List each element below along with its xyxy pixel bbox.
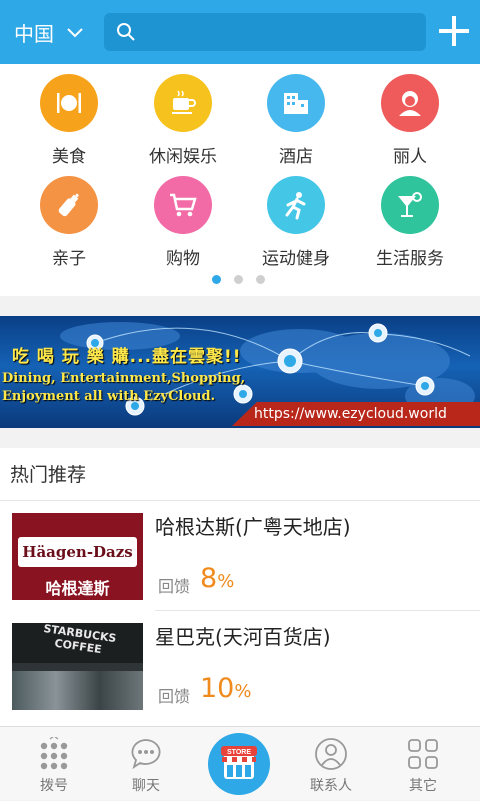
- contact-icon: [315, 738, 347, 770]
- coffee-cup-icon: [154, 74, 212, 132]
- shop-list-item[interactable]: STARBUCKS COFFEE 星巴克(天河百货店) 回馈 10%: [0, 611, 480, 721]
- cocktail-icon: [381, 176, 439, 234]
- tab-chat[interactable]: 聊天: [98, 727, 194, 801]
- tab-label: 其它: [409, 778, 437, 794]
- city-selector[interactable]: 中国: [14, 18, 84, 47]
- category-label: 美食: [52, 147, 86, 167]
- page-indicator: [212, 275, 265, 284]
- page-dot[interactable]: [234, 275, 243, 284]
- category-label: 生活服务: [376, 249, 444, 269]
- tab-label: 联系人: [310, 778, 352, 794]
- woman-icon: [381, 74, 439, 132]
- search-input[interactable]: [104, 13, 426, 51]
- city-label: 中国: [14, 22, 54, 46]
- category-label: 亲子: [52, 249, 86, 269]
- shop-name: 哈根达斯(广粤天地店): [155, 515, 351, 539]
- shop-list-item[interactable]: Häagen-Dazs 哈根達斯 哈根达斯(广粤天地店) 回馈 8%: [0, 501, 480, 611]
- category-food[interactable]: 美食: [12, 74, 126, 167]
- category-services[interactable]: 生活服务: [353, 176, 467, 269]
- category-label: 运动健身: [262, 249, 330, 269]
- banner-url: https://www.ezycloud.world: [232, 402, 480, 426]
- store-icon: STORE: [221, 746, 257, 779]
- section-title: 热门推荐: [10, 464, 87, 486]
- feedback-percent: 8%: [200, 563, 234, 594]
- baby-bottle-icon: [40, 176, 98, 234]
- category-label: 丽人: [393, 147, 427, 167]
- page-dot[interactable]: [256, 275, 265, 284]
- storefront-window: [12, 671, 143, 710]
- store-button[interactable]: STORE: [208, 733, 270, 795]
- hot-recommend-section: 热门推荐 Häagen-Dazs 哈根達斯 哈根达斯(广粤天地店) 回馈 8% …: [0, 448, 480, 726]
- logo-cn-text: 哈根達斯: [45, 579, 110, 598]
- tab-contacts[interactable]: 联系人: [283, 727, 379, 801]
- feedback-label: 回馈: [158, 687, 191, 706]
- logo-text: Häagen-Dazs: [18, 537, 137, 567]
- store-badge-text: STORE: [227, 749, 251, 756]
- category-beauty[interactable]: 丽人: [353, 74, 467, 167]
- dialpad-icon: [40, 737, 68, 770]
- category-hotel[interactable]: 酒店: [239, 74, 353, 167]
- feedback-value: 10: [200, 673, 235, 704]
- tab-label: 聊天: [132, 778, 160, 794]
- category-shopping[interactable]: 购物: [126, 176, 240, 269]
- feedback-percent: 10%: [200, 673, 251, 704]
- feedback-label: 回馈: [158, 577, 191, 596]
- banner-en-line1: Dining, Entertainment,Shopping,: [2, 371, 246, 386]
- category-sports[interactable]: 运动健身: [239, 176, 353, 269]
- cutlery-icon: [40, 74, 98, 132]
- chevron-down-icon: [67, 27, 83, 37]
- feedback-value: 8: [200, 563, 218, 594]
- category-leisure[interactable]: 休闲娱乐: [126, 74, 240, 167]
- running-man-icon: [267, 176, 325, 234]
- page-dot-active[interactable]: [212, 275, 221, 284]
- starbucks-storefront-image: STARBUCKS COFFEE: [12, 623, 143, 710]
- percent-sign: %: [217, 571, 235, 592]
- hotel-building-icon: [267, 74, 325, 132]
- add-icon[interactable]: [437, 14, 471, 48]
- category-label: 购物: [166, 249, 200, 269]
- tab-label: 拨号: [40, 778, 68, 794]
- search-icon: [117, 23, 135, 41]
- category-label: 休闲娱乐: [149, 147, 217, 167]
- tab-more[interactable]: 其它: [375, 727, 471, 801]
- haagen-dazs-logo-image: Häagen-Dazs 哈根達斯: [12, 513, 143, 600]
- shopping-cart-icon: [154, 176, 212, 234]
- category-label: 酒店: [279, 147, 313, 167]
- chat-bubble-icon: [131, 739, 161, 770]
- grid-icon: [408, 739, 438, 769]
- category-grid: 美食 休闲娱乐 酒店 丽人 亲子 购物 运动健身 生活服务: [0, 64, 480, 296]
- promo-banner[interactable]: 吃 喝 玩 樂 購...盡在雲聚!! Dining, Entertainment…: [0, 316, 480, 428]
- banner-en-text: Dining, Entertainment,Shopping, Enjoymen…: [2, 370, 245, 406]
- shop-name: 星巴克(天河百货店): [155, 625, 331, 649]
- banner-cn-text: 吃 喝 玩 樂 購...盡在雲聚!!: [12, 347, 242, 367]
- banner-en-line2: Enjoyment all with EzyCloud.: [2, 389, 216, 404]
- tab-dialer[interactable]: 拨号: [6, 727, 102, 801]
- category-family[interactable]: 亲子: [12, 176, 126, 269]
- percent-sign: %: [234, 681, 252, 702]
- top-bar: 中国: [0, 0, 480, 64]
